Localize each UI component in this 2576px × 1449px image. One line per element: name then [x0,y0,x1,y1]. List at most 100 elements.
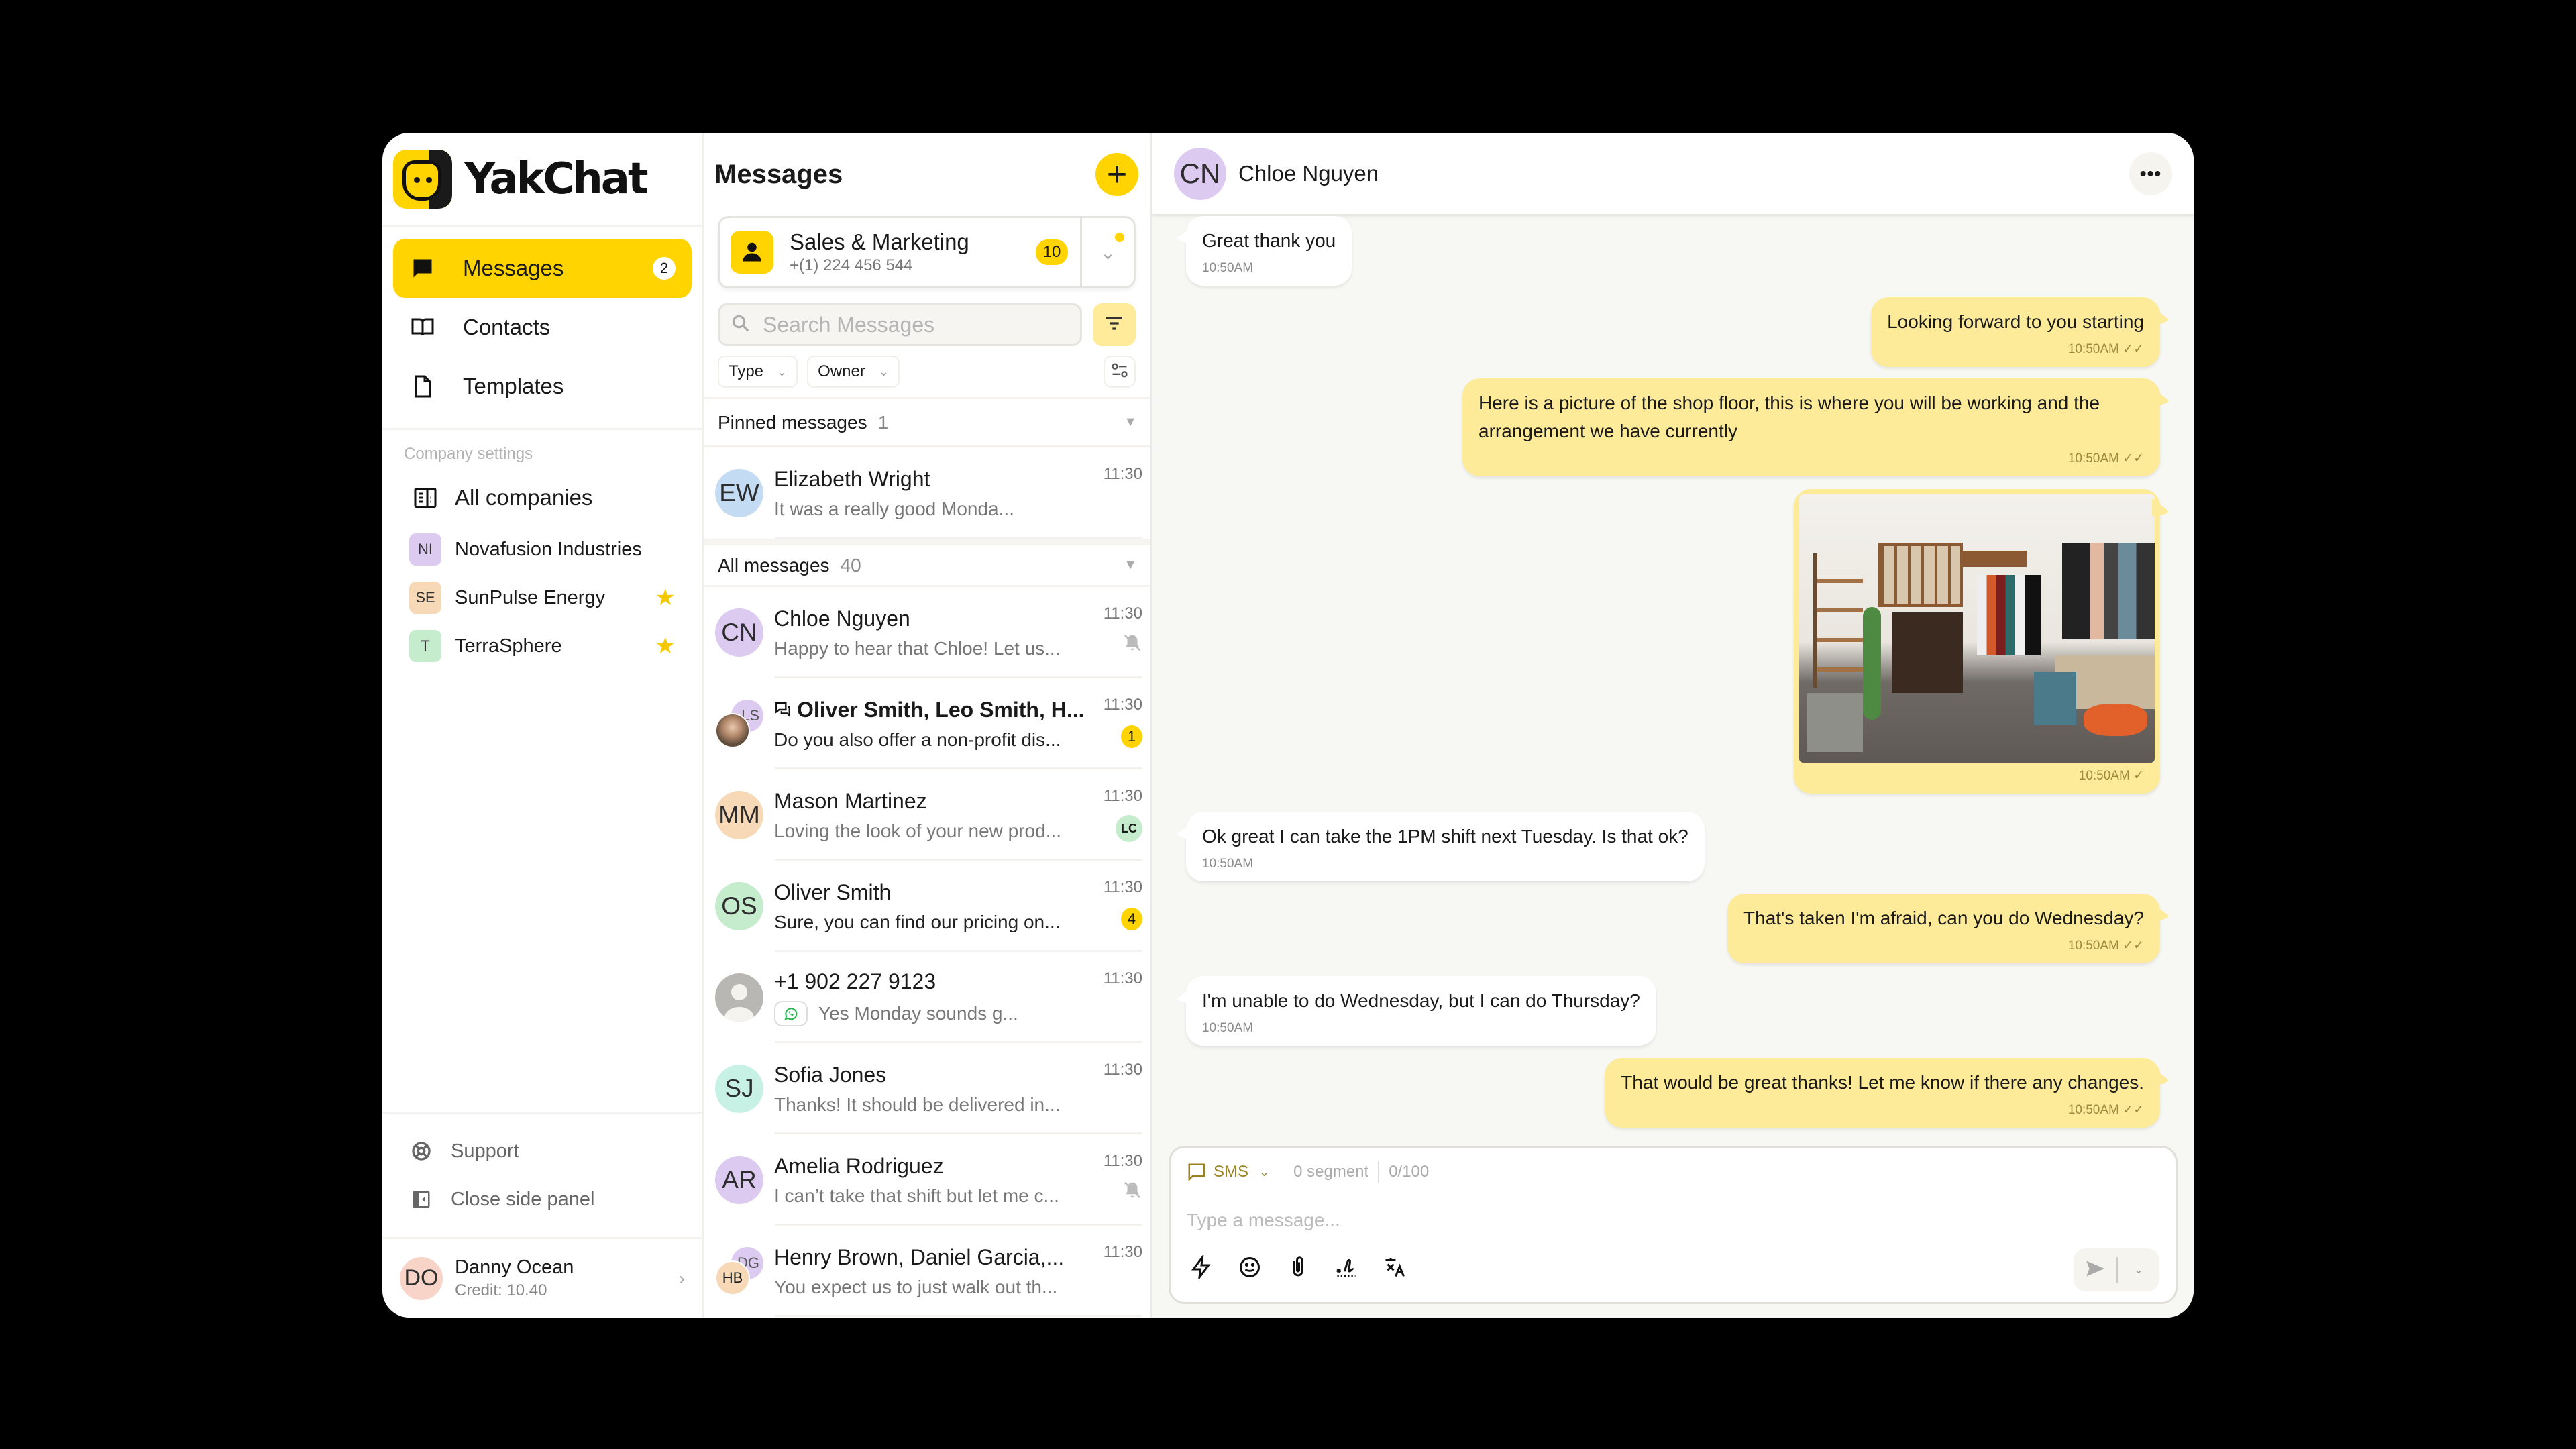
section-count: 40 [840,554,861,576]
message-thread[interactable]: Great thank you 10:50AM Looking forward … [1152,216,2194,1146]
message-text: Great thank you [1202,230,1336,251]
message-time: 10:50AM [2068,1103,2119,1117]
close-panel-label: Close side panel [451,1188,595,1210]
sliders-icon [1110,361,1129,383]
message-time: 10:50AM [1202,857,1254,871]
avatar-photo [715,713,750,748]
owner-filter-dropdown[interactable]: Owner ⌄ [807,356,900,388]
message-composer: SMS ⌄ 0 segment 0/100 ⌄ [1169,1146,2178,1304]
company-name: SunPulse Energy [455,586,606,608]
panel-collapse-icon [409,1189,433,1210]
channel-selector[interactable]: SMS ⌄ [1187,1162,1269,1182]
outgoing-message: Looking forward to you starting 10:50AM … [1871,297,2160,367]
chat-panel: CN Chloe Nguyen ••• Great thank you 10:5… [1152,133,2194,1318]
pinned-section-header[interactable]: Pinned messages 1 ▼ [704,399,1150,447]
support-link[interactable]: Support [382,1127,702,1175]
default-avatar-icon [715,973,763,1022]
nav-contacts[interactable]: Contacts [393,298,692,357]
star-icon[interactable]: ★ [655,584,676,611]
attach-button[interactable] [1283,1254,1313,1283]
double-check-icon: ✓✓ [2123,342,2144,356]
all-messages-section-header[interactable]: All messages 40 ▼ [704,539,1150,587]
chevron-down-icon: ⌄ [2134,1265,2143,1276]
message-preview: Happy to hear that Chloe! Let us... [774,637,1061,659]
sms-icon [1187,1162,1207,1182]
company-name: Novafusion Industries [455,538,642,560]
section-label: All messages [718,554,830,576]
inbox-selector[interactable]: Sales & Marketing +(1) 224 456 544 10 ⌄ [718,216,1136,288]
avatar: MM [715,791,763,839]
conversation-list[interactable]: Pinned messages 1 ▼ EW Elizabeth Wright … [704,397,1150,1318]
shop-floor-photo[interactable] [1799,494,2155,763]
plus-icon: + [1106,155,1128,194]
search-input[interactable] [763,312,1069,337]
list-item[interactable]: LS Oliver Smith, Leo Smith, H... Do you … [704,678,1150,769]
all-companies-item[interactable]: All companies [382,470,702,525]
all-companies-label: All companies [455,485,593,510]
document-icon [409,373,436,400]
avatar: SJ [715,1065,763,1113]
user-profile[interactable]: DO Danny Ocean Credit: 10.40 › [382,1237,702,1318]
user-avatar: DO [400,1256,443,1300]
list-item[interactable]: AR Amelia Rodriguez I can’t take that sh… [704,1134,1150,1226]
nav-messages[interactable]: Messages 2 [393,239,692,298]
type-filter-label: Type [729,362,764,380]
inbox-name: Sales & Marketing [790,229,969,254]
bell-muted-icon [1122,1180,1142,1203]
list-item[interactable]: SJ Sofia Jones Thanks! It should be deli… [704,1043,1150,1134]
sidebar: YakChat Messages 2 Contacts Templates Co… [382,133,704,1318]
close-side-panel-button[interactable]: Close side panel [382,1175,702,1224]
filter-button[interactable] [1093,303,1136,346]
search-box [718,303,1082,346]
character-count: 0/100 [1389,1163,1430,1181]
company-item[interactable]: NI Novafusion Industries [382,525,702,574]
list-item[interactable]: +1 902 227 9123 Yes Monday sounds g... 1… [704,952,1150,1043]
owner-filter-label: Owner [818,362,865,380]
outgoing-image-message[interactable]: 10:50AM ✓ [1794,489,2160,794]
quick-reply-button[interactable] [1187,1253,1216,1283]
type-filter-dropdown[interactable]: Type ⌄ [718,356,798,388]
send-button[interactable] [2074,1257,2116,1283]
star-icon[interactable]: ★ [655,633,676,659]
chevron-down-icon: ⌄ [1099,241,1116,263]
message-time: 10:50AM [2068,451,2119,466]
message-time: 10:50AM [2068,938,2119,953]
lifebuoy-icon [409,1140,433,1162]
company-item[interactable]: SE SunPulse Energy ★ [382,574,702,622]
list-item[interactable]: CN Chloe Nguyen Happy to hear that Chloe… [704,587,1150,678]
list-item[interactable]: EW Elizabeth Wright It was a really good… [704,447,1150,539]
company-item[interactable]: T TerraSphere ★ [382,622,702,670]
list-item[interactable]: DG HB Henry Brown, Daniel Garcia,... You… [704,1226,1150,1317]
contact-name: Amelia Rodriguez [774,1153,944,1178]
chevron-right-icon: › [678,1267,685,1289]
contact-avatar[interactable]: CN [1174,147,1226,200]
main-nav: Messages 2 Contacts Templates [382,227,702,430]
timestamp: 11:30 [1103,1243,1142,1261]
nav-templates[interactable]: Templates [393,357,692,416]
list-item[interactable]: OS Oliver Smith Sure, you can find our p… [704,861,1150,952]
nav-label: Templates [463,374,564,398]
company-chip: SE [409,582,441,614]
new-message-button[interactable]: + [1095,153,1138,196]
avatar: HB [715,1260,750,1295]
chevron-down-icon: ⌄ [1259,1165,1270,1179]
translate-button[interactable] [1380,1254,1409,1283]
message-input[interactable] [1187,1210,2159,1231]
logo[interactable]: YakChat [382,133,702,227]
list-item[interactable]: MM Mason Martinez Loving the look of you… [704,769,1150,861]
user-name: Danny Ocean [455,1256,574,1278]
emoji-button[interactable] [1235,1254,1265,1283]
signature-button[interactable] [1332,1254,1361,1283]
more-options-button[interactable]: ••• [2129,152,2172,195]
send-options-dropdown[interactable]: ⌄ [2118,1263,2159,1277]
contact-name[interactable]: Chloe Nguyen [1238,161,1379,186]
inbox-dropdown-button[interactable]: ⌄ [1080,218,1134,286]
contact-name: Mason Martinez [774,788,927,813]
book-icon [409,314,436,341]
ellipsis-icon: ••• [2139,162,2162,184]
app-name: YakChat [464,154,649,204]
timestamp: 11:30 [1103,465,1142,483]
message-time: 10:50AM [1202,1021,1254,1035]
list-settings-button[interactable] [1104,356,1136,388]
whatsapp-icon [774,1000,808,1026]
